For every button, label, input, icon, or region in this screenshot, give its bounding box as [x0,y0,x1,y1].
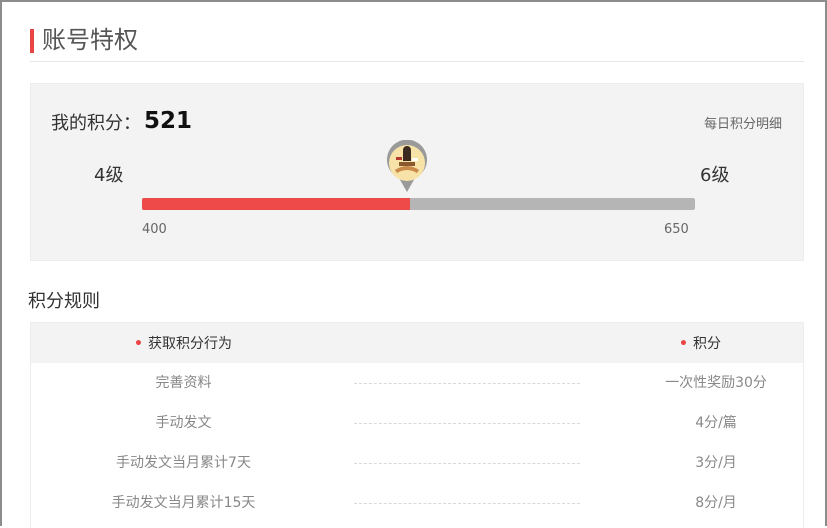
row-divider [354,383,580,384]
rules-title: 积分规则 [28,291,100,312]
header-points-label: 积分 [692,336,721,352]
score-panel: 我的积分： 521 每日积分明细 4级 6级 400 650 [30,83,804,261]
header-action-label: 获取积分行为 [147,336,232,352]
progress-min-value: 400 [142,222,167,237]
header-action: • 获取积分行为 [134,335,232,353]
rules-table: • 获取积分行为 • 积分 完善资料 一次性奖励30分 手动发文 4分/篇 手动发文… [30,322,804,528]
account-privileges-panel: 账号特权 我的积分： 521 每日积分明细 4级 6级 400 650 积分规则 [0,0,827,528]
level-progress-fill [142,198,410,210]
table-row: 手动发文当月累计7天 3分/月 [31,443,803,483]
next-level-label: 6级 [700,165,730,186]
section-header: 账号特权 [30,26,804,62]
score-label: 我的积分： [51,113,141,134]
daily-points-detail-link[interactable]: 每日积分明细 [704,116,782,134]
rule-points: 8分/月 [695,495,737,511]
rule-action: 手动发文当月累计15天 [111,495,256,511]
bullet-icon: • [134,336,143,352]
bullet-icon: • [679,336,688,352]
title-accent-bar [30,29,34,53]
header-points: • 积分 [679,335,721,353]
current-level-label: 4级 [94,165,124,186]
progress-max-value: 650 [664,222,689,237]
level-progress-bar [142,198,695,210]
rule-points: 4分/篇 [695,415,737,431]
rule-action: 完善资料 [155,375,212,391]
row-divider [354,423,580,424]
rule-points: 3分/月 [695,455,737,471]
section-title: 账号特权 [42,26,138,54]
rules-table-header: • 获取积分行为 • 积分 [31,323,803,363]
rule-action: 手动发文当月累计7天 [116,455,251,471]
rule-points: 一次性奖励30分 [665,375,767,391]
rule-action: 手动发文 [155,415,212,431]
avatar-marker-icon [384,139,430,194]
table-row: 完善资料 一次性奖励30分 [31,363,803,403]
row-divider [354,503,580,504]
row-divider [354,463,580,464]
score-value: 521 [144,108,193,134]
table-row: 手动发文 4分/篇 [31,403,803,443]
table-row: 手动发文当月累计15天 8分/月 [31,483,803,523]
